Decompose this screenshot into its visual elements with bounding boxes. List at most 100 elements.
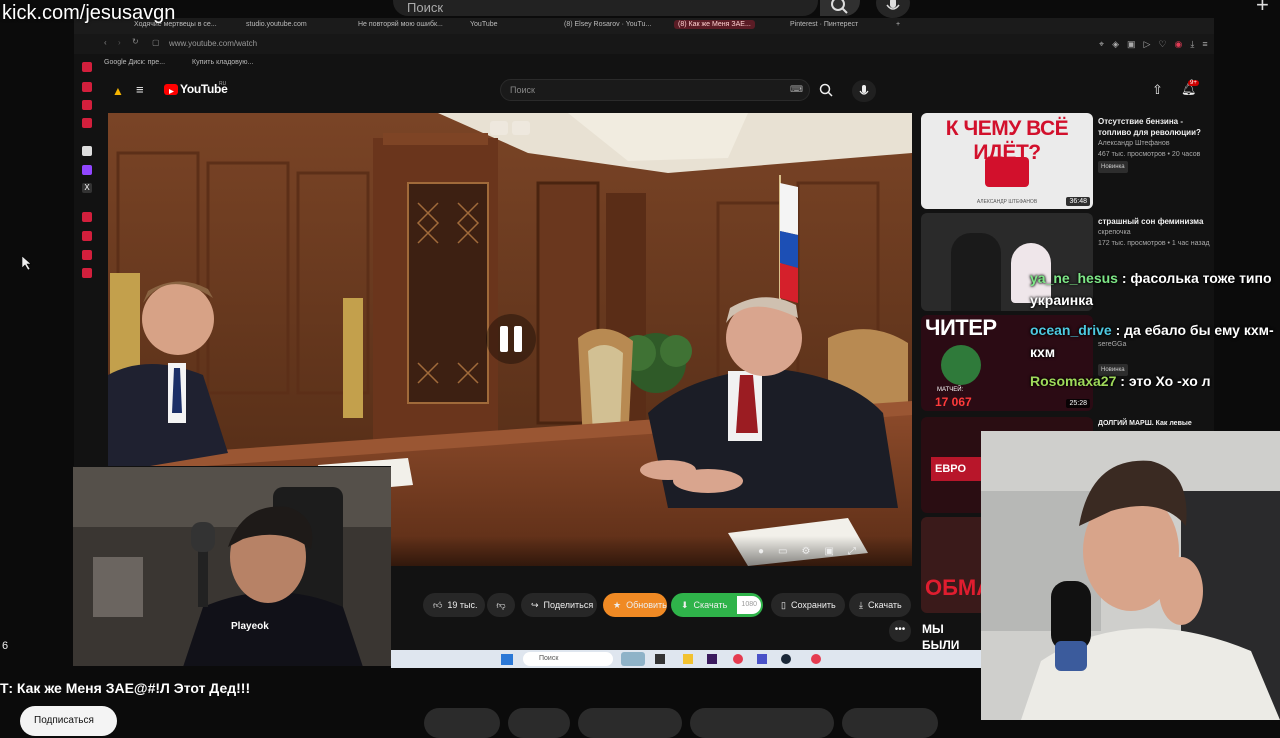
suitcase-image — [985, 157, 1029, 187]
stream-url: kick.com/jesusavgn — [2, 2, 176, 24]
rec-channel[interactable]: Александр Штефанов — [1098, 139, 1216, 149]
app-icon[interactable] — [811, 654, 821, 664]
heart-icon[interactable]: ♡ — [1158, 39, 1166, 50]
rec-title[interactable]: ДОЛГИЙ МАРШ. Как левые — [1098, 418, 1216, 429]
quality-select[interactable]: 1080 — [737, 596, 761, 614]
hamburger-icon[interactable]: ≡ — [136, 82, 144, 97]
new-tab-button[interactable]: + — [896, 21, 900, 28]
windows-taskbar: Поиск — [391, 650, 981, 668]
bottom-action-button[interactable] — [578, 708, 682, 738]
back-icon[interactable]: ‹ — [104, 38, 107, 47]
browser-tab[interactable]: studio.youtube.com — [246, 21, 307, 28]
browser-tab-active[interactable]: (8) Как же Меня ЗАЕ... — [674, 20, 755, 29]
search-icon[interactable] — [818, 82, 834, 98]
save-button[interactable]: ▯ Сохранить — [771, 593, 845, 617]
update-button[interactable]: ★ Обновить — [603, 593, 667, 617]
settings-icon[interactable] — [82, 268, 92, 278]
rec-channel[interactable]: скрепочка — [1098, 228, 1216, 238]
download-icon[interactable]: ⤓ — [1190, 39, 1194, 50]
opera-icon[interactable] — [733, 654, 743, 664]
browser-sidebar: X — [78, 52, 96, 292]
skip-icon[interactable] — [512, 121, 530, 135]
task-view-icon[interactable] — [655, 654, 665, 664]
shield-icon[interactable]: ◈ — [1112, 39, 1119, 50]
theater-icon[interactable]: ▣ — [824, 546, 833, 557]
sidebar-app-icon[interactable] — [82, 62, 92, 72]
rec-thumbnail[interactable]: К ЧЕМУ ВСЁ ИДЁТ? АЛЕКСАНДР ШТЕФАНОВ 36:4… — [921, 113, 1093, 209]
settings-icon[interactable]: ⚙ — [802, 546, 811, 557]
bottom-action-button[interactable] — [690, 708, 834, 738]
bottom-action-button[interactable] — [424, 708, 500, 738]
pause-button[interactable] — [486, 314, 536, 364]
chat-username[interactable]: ya_ne_hesus — [1030, 270, 1118, 286]
download-button[interactable]: ⤓ Скачать — [849, 593, 911, 617]
dislike-button[interactable]: 👎︎ — [487, 593, 515, 617]
like-count: 19 тыс. — [447, 600, 478, 610]
browser-tab-bar: Ходячие мертвецы в се... studio.youtube.… — [74, 18, 1214, 34]
twitch-icon[interactable] — [82, 165, 92, 175]
sidebar-app-icon[interactable] — [82, 250, 92, 260]
sidebar-app-icon[interactable] — [82, 146, 92, 156]
bottom-action-button[interactable] — [842, 708, 938, 738]
forward-icon[interactable]: › — [118, 38, 121, 47]
outer-search-input[interactable]: Поиск — [393, 0, 818, 16]
browser-tab[interactable]: (8) Elsey Rosarov · YouTu... — [564, 21, 651, 28]
bookmark-item[interactable]: Google Диск: пре... — [104, 59, 165, 66]
youtube-logo-icon[interactable] — [164, 84, 178, 95]
shirt-text: Playeok — [231, 621, 269, 632]
download-label: Скачать — [867, 600, 902, 610]
taskbar-search[interactable]: Поиск — [523, 652, 613, 666]
follow-button[interactable]: Подписаться — [20, 706, 117, 736]
chat-text: это Хо -хо л — [1128, 373, 1211, 389]
autoplay-toggle[interactable]: ● — [758, 546, 764, 557]
browser-tab[interactable]: Не повторяй мою ошибк... — [358, 21, 443, 28]
premiere-icon[interactable] — [707, 654, 717, 664]
new-badge: Новинка — [1098, 161, 1128, 173]
sidebar-app-icon[interactable] — [82, 212, 92, 222]
sidebar-app-icon[interactable] — [82, 118, 92, 128]
fullscreen-icon[interactable]: ⤢ — [848, 546, 856, 557]
bottom-action-button[interactable] — [508, 708, 570, 738]
voice-search-button[interactable] — [852, 80, 876, 102]
lock-icon: ▢ — [152, 38, 160, 47]
outer-voice-search-button[interactable] — [876, 0, 910, 18]
more-actions-icon[interactable]: ••• — [889, 620, 911, 642]
youtube-search-input[interactable]: Поиск — [500, 79, 810, 101]
windows-start-icon[interactable] — [501, 654, 513, 665]
sidebar-app-icon[interactable] — [82, 100, 92, 110]
share-button[interactable]: ↪ Поделиться — [521, 593, 597, 617]
download-icon: ⬇ — [681, 599, 689, 610]
browser-tab[interactable]: Pinterest · Пинтерест — [790, 21, 858, 28]
mic-icon — [859, 85, 869, 95]
subtitles-icon[interactable]: ▭ — [778, 546, 787, 557]
url-field[interactable]: www.youtube.com/watch — [169, 39, 257, 48]
sidebar-app-icon[interactable] — [82, 82, 92, 92]
rec-title[interactable]: Отсутствие бензина - топливо для революц… — [1098, 116, 1216, 138]
extension-icon[interactable]: ▣ — [1127, 39, 1136, 50]
rec-title[interactable]: страшный сон феминизма — [1098, 216, 1216, 227]
chat-username[interactable]: ocean_drive — [1030, 322, 1112, 338]
outer-search-button[interactable] — [820, 0, 860, 16]
widgets-icon[interactable] — [621, 652, 645, 666]
menu-icon[interactable]: ≡ — [1202, 39, 1207, 50]
miniplayer-icon[interactable] — [490, 121, 508, 135]
share-label: Поделиться — [543, 600, 594, 610]
keyboard-icon[interactable]: ⌨ — [790, 84, 803, 95]
bookmark-icon[interactable]: ⌖ — [1099, 39, 1104, 50]
upload-icon[interactable]: ⇧ — [1152, 82, 1163, 98]
x-icon[interactable]: X — [82, 183, 92, 193]
like-button[interactable]: 👍︎ 19 тыс. — [423, 593, 485, 617]
download-green-button[interactable]: ⬇ Скачать 1080 — [671, 593, 763, 617]
app-icon[interactable] — [757, 654, 767, 664]
browser-tab[interactable]: YouTube — [470, 21, 498, 28]
steam-icon[interactable] — [781, 654, 791, 664]
create-icon[interactable]: + — [1256, 0, 1269, 18]
flow-icon[interactable]: ◉ — [1175, 39, 1183, 50]
video-duration: 25:28 — [1066, 399, 1090, 408]
chat-username[interactable]: Rosomaxa27 — [1030, 373, 1116, 389]
history-icon[interactable] — [82, 231, 92, 241]
explorer-icon[interactable] — [683, 654, 693, 664]
reload-icon[interactable]: ↻ — [132, 37, 139, 46]
play-icon[interactable]: ▷ — [1144, 39, 1151, 50]
bookmark-item[interactable]: Купить кладовую... — [192, 59, 253, 66]
